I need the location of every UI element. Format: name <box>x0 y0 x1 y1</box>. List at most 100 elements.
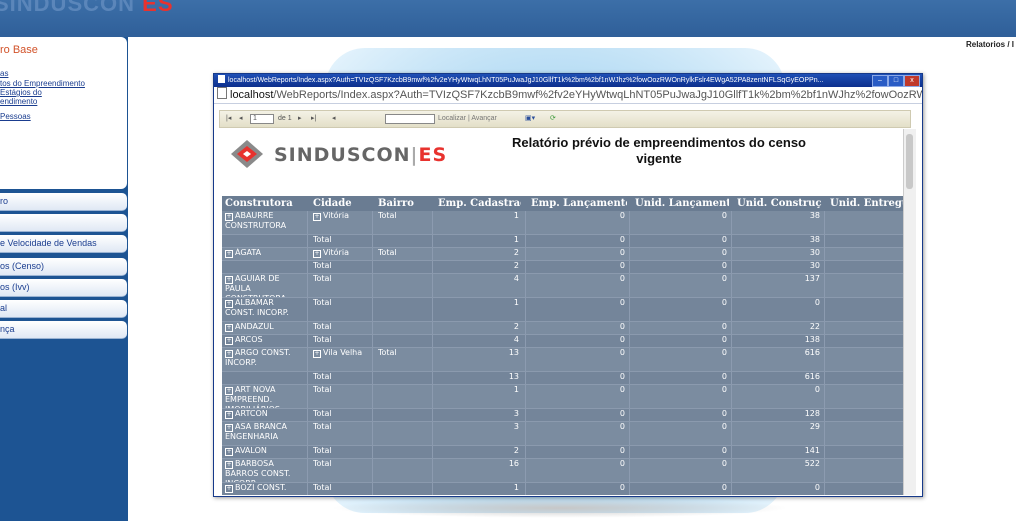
column-separator <box>372 235 373 247</box>
column-separator <box>629 348 630 371</box>
constructor-cell <box>225 372 304 384</box>
report-scrollbar[interactable] <box>903 129 916 495</box>
constructor-cell[interactable]: + BOZI CONST. <box>225 483 304 495</box>
expand-toggle-icon[interactable]: + <box>225 324 233 332</box>
sidebar-subitem[interactable]: endimento <box>0 97 37 106</box>
cell-text: 30 <box>809 261 820 270</box>
column-header[interactable]: Bairro <box>378 196 432 211</box>
expand-toggle-icon[interactable]: + <box>225 424 233 432</box>
constructor-cell[interactable]: +AGUIAR DE PAULA CONSTRUTORA <box>225 274 304 297</box>
expand-toggle-icon[interactable]: + <box>313 350 321 358</box>
constructor-cell[interactable]: + AVALON <box>225 446 304 458</box>
expand-toggle-icon[interactable]: + <box>225 250 233 258</box>
unid-entregues-cell <box>830 261 909 273</box>
city-cell[interactable]: + Vila Velha <box>313 348 369 371</box>
sidebar-item[interactable]: ro <box>0 193 127 211</box>
scrollbar-thumb[interactable] <box>906 134 913 189</box>
column-separator <box>824 248 825 260</box>
back-icon[interactable]: ◂ <box>332 111 336 127</box>
constructor-cell[interactable]: + ANDAZUL <box>225 322 304 334</box>
cell-text: Total <box>313 261 332 270</box>
find-next-link[interactable]: Localizar | Avançar <box>438 111 497 127</box>
column-separator <box>307 322 308 334</box>
constructor-cell[interactable]: + ÁGATA <box>225 248 304 260</box>
expand-toggle-icon[interactable]: + <box>225 213 233 221</box>
sidebar-subitem[interactable]: Estágios do <box>0 88 42 97</box>
constructor-cell[interactable]: + ARTCON <box>225 409 304 421</box>
expand-toggle-icon[interactable]: + <box>225 448 233 456</box>
column-header[interactable]: Cidade <box>313 196 371 211</box>
unid-construcao-cell: 22 <box>737 322 820 334</box>
column-header[interactable]: Emp. Cadastrados <box>438 196 521 211</box>
constructor-cell[interactable]: + ALBAMAR CONST. INCORP. <box>225 298 304 321</box>
emp-cadastrados-cell: 13 <box>438 348 519 371</box>
export-icon[interactable]: ▣▾ <box>525 111 535 127</box>
sidebar-subitem[interactable]: Pessoas <box>0 112 31 121</box>
district-cell: Total <box>378 248 430 260</box>
sidebar-item-velocidade-vendas[interactable]: e Velocidade de Vendas <box>0 235 127 253</box>
emp-lancamentos-cell: 0 <box>531 483 625 495</box>
column-separator <box>432 261 433 273</box>
cell-text: 0 <box>721 483 727 492</box>
expand-toggle-icon[interactable]: + <box>225 276 233 284</box>
minimize-button[interactable]: – <box>872 75 888 87</box>
expand-toggle-icon[interactable]: + <box>225 411 233 419</box>
expand-toggle-icon[interactable]: + <box>225 337 233 345</box>
maximize-button[interactable]: □ <box>888 75 904 87</box>
constructor-cell[interactable]: + ARGO CONST. INCORP. <box>225 348 304 371</box>
sidebar-item-censo[interactable]: os (Censo) <box>0 258 127 276</box>
sidebar-item[interactable]: al <box>0 300 127 318</box>
city-cell[interactable]: + Vitória <box>313 248 369 260</box>
cell-text: 616 <box>804 348 820 357</box>
expand-toggle-icon[interactable]: + <box>313 250 321 258</box>
unid-entregues-cell <box>830 483 909 495</box>
page-number-input[interactable]: 1 <box>250 114 274 124</box>
sidebar-item-ivv[interactable]: os (Ivv) <box>0 279 127 297</box>
cell-text: ÁGATA <box>235 248 262 257</box>
refresh-icon[interactable]: ⟳ <box>550 111 556 127</box>
expand-toggle-icon[interactable]: + <box>225 387 233 395</box>
unid-entregues-cell <box>830 274 909 297</box>
cell-text: 0 <box>721 211 727 220</box>
sidebar-item[interactable]: nça <box>0 321 127 339</box>
column-header[interactable]: Unid. Construção <box>737 196 822 211</box>
constructor-cell <box>225 261 304 273</box>
sidebar-section-title[interactable]: ro Base <box>0 44 38 56</box>
cell-text: Vitória <box>323 211 349 220</box>
city-cell[interactable]: + Vitória <box>313 211 369 234</box>
column-header[interactable]: Emp. Lançamentos <box>531 196 627 211</box>
cell-text: 0 <box>619 211 625 220</box>
expand-toggle-icon[interactable]: + <box>313 213 321 221</box>
find-input[interactable] <box>385 114 435 124</box>
expand-toggle-icon[interactable]: + <box>225 300 233 308</box>
background-shadow <box>330 498 790 518</box>
column-header[interactable]: Unid. Lançamentos <box>635 196 729 211</box>
constructor-cell[interactable]: +ART NOVA EMPREEND. IMOBILIÁRIOS <box>225 385 304 408</box>
constructor-cell[interactable]: + ASA BRANCA ENGENHARIA <box>225 422 304 445</box>
constructor-cell[interactable]: + ARCOS <box>225 335 304 347</box>
cell-text: Total <box>378 348 397 357</box>
constructor-cell[interactable]: + ABAURRE CONSTRUTORA <box>225 211 304 234</box>
first-page-icon[interactable]: |◂ <box>226 111 231 127</box>
next-page-icon[interactable]: ▸ <box>298 111 302 127</box>
constructor-cell[interactable]: +BARBOSA BARROS CONST. INCORP. <box>225 459 304 482</box>
column-separator <box>731 248 732 260</box>
sidebar-subitem[interactable]: tos do Empreendimento <box>0 79 85 88</box>
city-cell: Total <box>313 446 369 458</box>
column-separator <box>307 409 308 421</box>
column-header[interactable]: Construtora <box>225 196 306 211</box>
column-separator <box>629 385 630 408</box>
column-header[interactable]: Unid. Entregues <box>830 196 909 211</box>
sidebar-item[interactable] <box>0 214 127 232</box>
prev-page-icon[interactable]: ◂ <box>239 111 243 127</box>
expand-toggle-icon[interactable]: + <box>225 485 233 493</box>
table-row: Total 13 0 0 616 <box>222 372 909 385</box>
sidebar-subitem[interactable]: as <box>0 69 8 78</box>
expand-toggle-icon[interactable]: + <box>225 350 233 358</box>
column-separator <box>432 372 433 384</box>
close-button[interactable]: x <box>904 75 920 87</box>
address-bar[interactable]: localhost/WebReports/Index.aspx?Auth=TVI… <box>214 87 922 104</box>
emp-cadastrados-cell: 4 <box>438 335 519 347</box>
expand-toggle-icon[interactable]: + <box>225 461 233 469</box>
last-page-icon[interactable]: ▸| <box>311 111 316 127</box>
